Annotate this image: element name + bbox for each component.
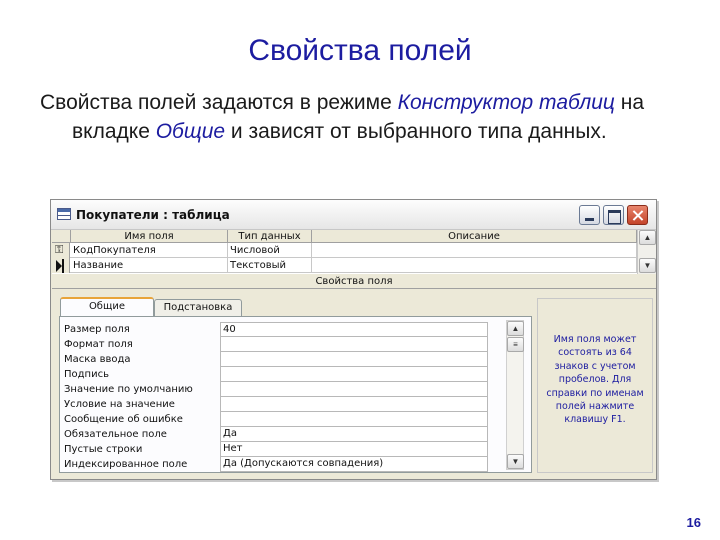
field-grid: Имя поля Тип данных Описание ⚿ КодПокупа… <box>52 230 656 274</box>
close-button[interactable] <box>627 205 648 225</box>
minimize-button[interactable] <box>579 205 600 225</box>
property-row[interactable]: Маска ввода <box>64 352 526 367</box>
window-title: Покупатели : таблица <box>76 208 230 222</box>
field-name-cell[interactable]: КодПокупателя <box>71 243 228 258</box>
data-type-cell[interactable]: Числовой <box>228 243 312 258</box>
properties-scrollbar[interactable]: ▲ ≡ ▼ <box>506 320 524 470</box>
row-selector-header <box>52 230 71 243</box>
property-row[interactable]: Подпись <box>64 367 526 382</box>
scroll-up-button[interactable]: ▲ <box>639 230 656 245</box>
property-name: Сообщение об ошибке <box>64 414 183 425</box>
paragraph-text: и зависят от выбранного типа данных. <box>225 120 607 143</box>
table-row[interactable]: ⚿ КодПокупателя Числовой <box>52 243 637 258</box>
property-value[interactable] <box>220 412 488 427</box>
property-row[interactable]: Условие на значение <box>64 397 526 412</box>
property-row[interactable]: Индексированное поле Да (Допускаются сов… <box>64 457 526 472</box>
property-value[interactable]: 40 <box>220 322 488 337</box>
property-name: Индексированное поле <box>64 459 188 470</box>
grid-header: Имя поля Тип данных Описание <box>52 230 656 243</box>
scroll-down-button[interactable]: ▼ <box>639 258 656 273</box>
property-value[interactable]: Нет <box>220 442 488 457</box>
grid-scrollbar[interactable]: ▲ ▼ <box>637 230 656 274</box>
property-row[interactable]: Формат поля <box>64 337 526 352</box>
row-selector[interactable]: ⚿ <box>52 243 70 258</box>
scroll-down-button[interactable]: ▼ <box>507 454 524 469</box>
property-name: Размер поля <box>64 324 130 335</box>
property-name: Условие на значение <box>64 399 175 410</box>
slide-title: Свойства полей <box>248 34 472 67</box>
property-row[interactable]: Пустые строки Нет <box>64 442 526 457</box>
property-name: Формат поля <box>64 339 133 350</box>
property-value[interactable] <box>220 337 488 352</box>
page-number: 16 <box>686 515 701 530</box>
property-name: Значение по умолчанию <box>64 384 193 395</box>
column-header-data-type: Тип данных <box>228 230 312 243</box>
property-row[interactable]: Значение по умолчанию <box>64 382 526 397</box>
property-value[interactable]: Да <box>220 427 488 442</box>
property-name: Обязательное поле <box>64 429 167 440</box>
property-name: Подпись <box>64 369 109 380</box>
scroll-thumb[interactable]: ≡ <box>507 337 524 352</box>
property-value[interactable] <box>220 352 488 367</box>
field-properties-label: Свойства поля <box>52 274 656 289</box>
tab-general[interactable]: Общие <box>60 297 154 316</box>
current-row-arrow-icon <box>56 259 64 273</box>
table-row[interactable]: Название Текстовый <box>52 258 637 273</box>
property-value[interactable]: Да (Допускаются совпадения) <box>220 457 488 472</box>
help-text-box: Имя поля может состоять из 64 знаков с у… <box>537 298 653 473</box>
tab-lookup[interactable]: Подстановка <box>154 299 242 316</box>
table-icon <box>57 208 71 220</box>
row-selector[interactable] <box>52 258 70 273</box>
field-name-cell[interactable]: Название <box>71 258 228 273</box>
property-row[interactable]: Сообщение об ошибке <box>64 412 526 427</box>
property-row[interactable]: Обязательное поле Да <box>64 427 526 442</box>
properties-panel: Размер поля 40 Формат поля Маска ввода П… <box>59 316 532 473</box>
scroll-up-button[interactable]: ▲ <box>507 321 524 336</box>
paragraph-text: Свойства полей задаются в режиме <box>40 91 398 114</box>
data-type-cell[interactable]: Текстовый <box>228 258 312 273</box>
paragraph-emphasis: Конструктор таблиц <box>397 91 615 114</box>
column-header-field-name: Имя поля <box>71 230 228 243</box>
property-value[interactable] <box>220 367 488 382</box>
property-row[interactable]: Размер поля 40 <box>64 322 526 337</box>
property-value[interactable] <box>220 397 488 412</box>
slide-paragraph: Свойства полей задаются в режиме Констру… <box>40 88 680 146</box>
property-value[interactable] <box>220 382 488 397</box>
paragraph-emphasis: Общие <box>155 120 226 143</box>
property-name: Пустые строки <box>64 444 143 455</box>
property-name: Маска ввода <box>64 354 131 365</box>
maximize-button[interactable] <box>603 205 624 225</box>
column-header-description: Описание <box>312 230 637 243</box>
description-cell[interactable] <box>312 258 637 273</box>
key-icon: ⚿ <box>55 243 64 256</box>
window-titlebar[interactable]: Покупатели : таблица <box>51 200 656 230</box>
table-design-window: Покупатели : таблица Имя поля Тип данных… <box>50 199 657 480</box>
description-cell[interactable] <box>312 243 637 258</box>
